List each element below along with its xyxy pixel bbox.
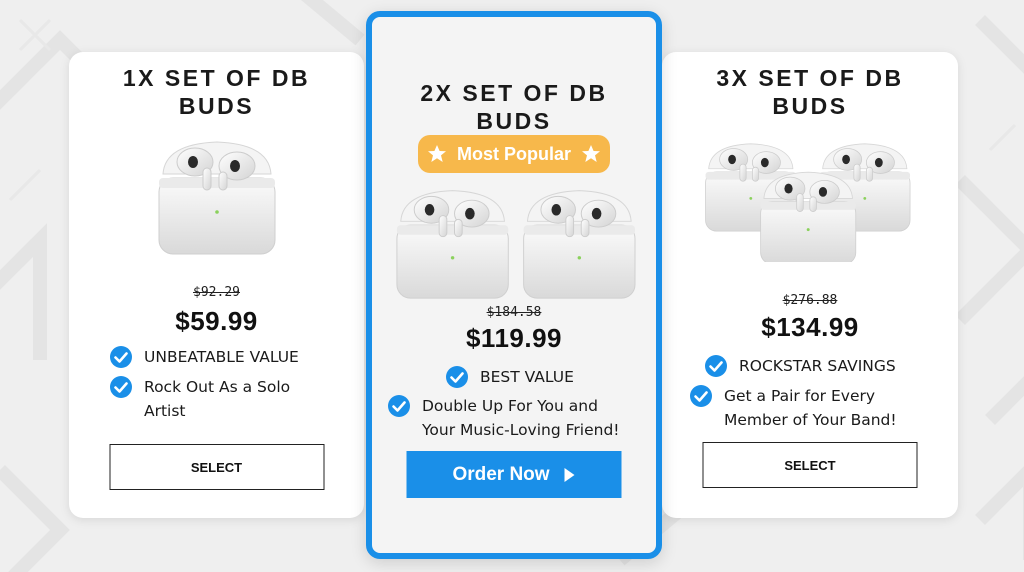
original-price: $276.88: [782, 293, 838, 308]
feature-item: Rock Out As a Solo Artist: [110, 375, 290, 423]
feature-item: Double Up For You and Your Music-Loving …: [388, 394, 620, 442]
original-price: $184.58: [486, 305, 542, 320]
feature-text-line1: Get a Pair for Every: [724, 387, 876, 405]
check-circle-icon: [705, 355, 727, 377]
card-title-line2: BUDS: [178, 93, 255, 119]
original-price: $92.29: [193, 285, 240, 300]
check-circle-icon: [446, 366, 468, 388]
feature-text-line1: Rock Out As a Solo: [144, 378, 291, 396]
feature-text: Get a Pair for Every Member of Your Band…: [724, 384, 897, 432]
feature-text-line1: UNBEATABLE VALUE: [144, 348, 299, 366]
feature-text-line1: ROCKSTAR SAVINGS: [739, 357, 896, 375]
most-popular-badge: Most Popular: [418, 135, 610, 173]
feature-text-line2: Your Music-Loving Friend!: [422, 421, 620, 439]
feature-text: Rock Out As a Solo Artist: [144, 375, 290, 423]
feature-item: BEST VALUE: [446, 365, 574, 389]
check-circle-icon: [110, 346, 132, 368]
feature-item: Get a Pair for Every Member of Your Band…: [690, 384, 897, 432]
card-title: 3X SET OF DB BUDS: [662, 64, 958, 120]
card-title: 2X SET OF DB BUDS: [372, 79, 656, 135]
feature-item: ROCKSTAR SAVINGS: [705, 354, 896, 378]
feature-text-line1: BEST VALUE: [480, 368, 574, 386]
sale-price: $134.99: [761, 312, 859, 342]
order-now-label: Order Now: [452, 463, 550, 485]
earbuds-product-image: [705, 143, 911, 262]
feature-text: UNBEATABLE VALUE: [144, 345, 299, 369]
card-title-line1: 2X SET OF DB: [420, 80, 608, 106]
earbuds-product-image: [396, 190, 636, 299]
check-circle-icon: [110, 376, 132, 398]
check-circle-icon: [388, 395, 410, 417]
pricing-card-3x[interactable]: 3X SET OF DB BUDS $276.88 $134.99 ROCKST…: [662, 52, 958, 518]
feature-text-line2: Artist: [144, 402, 186, 420]
card-title: 1X SET OF DB BUDS: [69, 64, 364, 120]
earbuds-product-image: [158, 141, 276, 255]
badge-label: Most Popular: [456, 143, 571, 164]
card-title-line2: BUDS: [476, 108, 552, 134]
check-circle-icon: [690, 385, 712, 407]
card-title-line1: 3X SET OF DB: [716, 65, 904, 91]
star-icon: [582, 145, 600, 162]
play-arrow-icon: [564, 467, 575, 482]
feature-text: BEST VALUE: [480, 365, 574, 389]
order-now-button[interactable]: Order Now: [406, 451, 622, 498]
sale-price: $119.99: [465, 323, 563, 353]
sale-price: $59.99: [175, 306, 258, 336]
select-button[interactable]: SELECT: [702, 442, 918, 488]
pricing-card-1x[interactable]: 1X SET OF DB BUDS $92.29 $59.99 UNBEATAB…: [69, 52, 364, 518]
feature-text-line1: Double Up For You and: [422, 397, 598, 415]
select-button[interactable]: SELECT: [109, 444, 324, 490]
star-icon: [427, 145, 446, 162]
feature-text: ROCKSTAR SAVINGS: [739, 354, 896, 378]
feature-text-line2: Member of Your Band!: [724, 411, 897, 429]
feature-text: Double Up For You and Your Music-Loving …: [422, 394, 620, 442]
pricing-card-2x[interactable]: 2X SET OF DB BUDS Most Popular $184.58 $…: [366, 11, 662, 559]
card-title-line2: BUDS: [772, 93, 848, 119]
feature-item: UNBEATABLE VALUE: [110, 345, 299, 369]
card-title-line1: 1X SET OF DB: [122, 65, 311, 91]
